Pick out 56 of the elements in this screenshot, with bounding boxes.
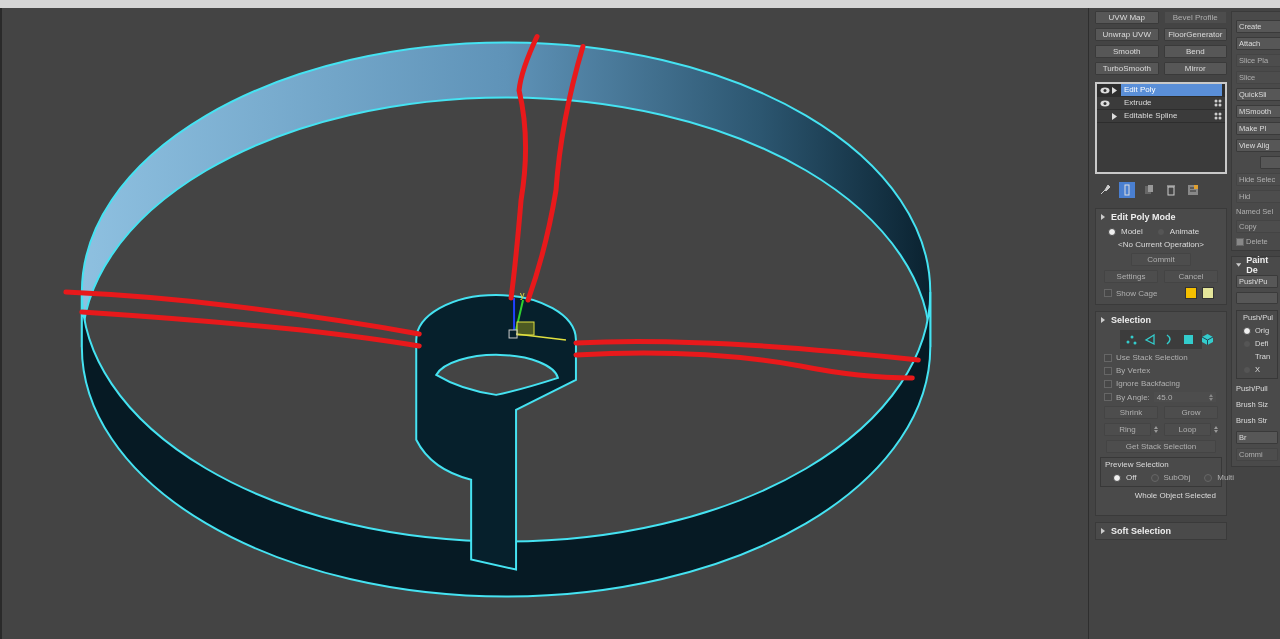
group-title: Preview Selection	[1105, 460, 1170, 469]
stack-item[interactable]: Edit Poly	[1097, 84, 1225, 97]
radio-button[interactable]	[1243, 326, 1251, 335]
stack-item-label: Editable Spline	[1123, 110, 1179, 122]
stack-item[interactable]: Extrude	[1097, 97, 1225, 110]
triangle-icon	[1144, 333, 1157, 346]
radio-button[interactable]	[1108, 227, 1116, 236]
spinner-arrows-icon	[1154, 426, 1158, 433]
rollout-title[interactable]: Selection	[1111, 315, 1151, 325]
collapse-arrow-icon	[1236, 262, 1242, 268]
selection-status: Whole Object Selected	[1133, 491, 1217, 500]
stack-item-label: Extrude	[1123, 97, 1153, 109]
spinner-arrows-icon	[1214, 426, 1218, 433]
cube-icon	[1201, 333, 1214, 346]
checkbox-label: Show Cage	[1116, 288, 1158, 298]
radio-label: Multi	[1217, 473, 1235, 482]
bar-icon	[1121, 184, 1133, 196]
modifier-button[interactable]: Unwrap UVW	[1095, 28, 1159, 41]
copy-icon	[1143, 184, 1155, 196]
radio-label: SubObj	[1163, 473, 1191, 482]
square-icon	[1182, 333, 1195, 346]
radio-button[interactable]	[1113, 473, 1121, 482]
subobject-button[interactable]	[1181, 332, 1196, 347]
rollout-title[interactable]: Paint De	[1246, 255, 1279, 275]
checkbox-label: Use Stack Selection	[1116, 353, 1188, 362]
rollout-title[interactable]: Edit Poly Mode	[1111, 212, 1176, 222]
stack-item[interactable]: Editable Spline	[1097, 110, 1225, 123]
color-swatch[interactable]	[1185, 287, 1197, 299]
radio-label: Off	[1126, 473, 1137, 482]
checkbox-label: By Vertex	[1116, 366, 1151, 375]
subobject-button[interactable]	[1143, 332, 1158, 347]
modifier-button[interactable]: UVW Map	[1095, 11, 1159, 24]
modifier-button[interactable]: Mirror	[1163, 62, 1227, 75]
modifier-button[interactable]: Bend	[1163, 45, 1227, 58]
color-swatch[interactable]	[1202, 287, 1214, 299]
expand-arrow-icon	[1100, 214, 1106, 220]
pin-icon	[1099, 184, 1111, 196]
trash-icon	[1165, 184, 1177, 196]
modifier-button[interactable]: Smooth	[1095, 45, 1159, 58]
field-value: 45.0	[1156, 392, 1173, 402]
dots-icon	[1125, 333, 1138, 346]
toolbar-button[interactable]	[1185, 182, 1201, 198]
axis-label: y	[520, 290, 525, 301]
checkbox-label: Ignore Backfacing	[1116, 379, 1181, 388]
configure-icon	[1187, 184, 1199, 196]
radio-label: Animate	[1169, 227, 1200, 236]
radio-label: Model	[1121, 227, 1143, 236]
rollout-title[interactable]: Soft Selection	[1111, 526, 1171, 536]
modifier-button[interactable]: TurboSmooth	[1095, 62, 1159, 75]
stack-item-label: Edit Poly	[1121, 84, 1222, 96]
operation-label: <No Current Operation>	[1117, 240, 1205, 249]
subobject-button[interactable]	[1200, 332, 1215, 347]
modifier-button[interactable]: FloorGenerator	[1163, 28, 1227, 41]
checkbox-label: By Angle:	[1116, 392, 1150, 402]
expand-arrow-icon	[1100, 317, 1106, 323]
spinner-arrows-icon	[1208, 393, 1213, 401]
